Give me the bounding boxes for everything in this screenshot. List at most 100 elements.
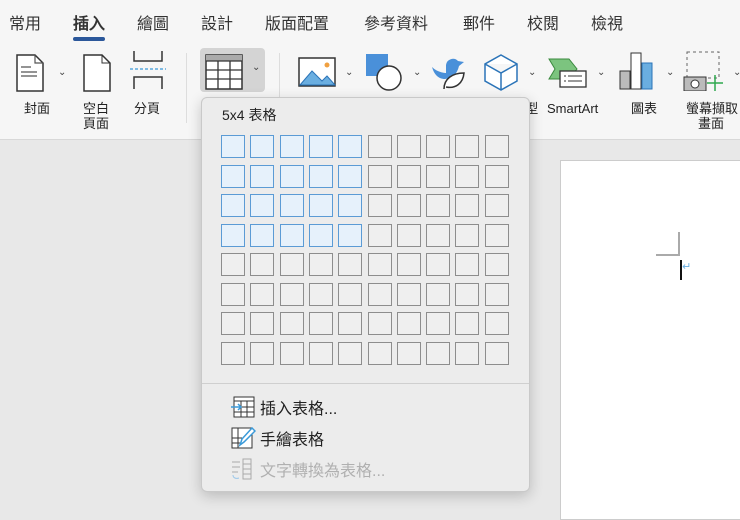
table-grid-cell[interactable] bbox=[279, 135, 304, 158]
table-grid-cell[interactable] bbox=[338, 135, 363, 158]
table-grid-cell[interactable] bbox=[221, 135, 245, 158]
table-grid-cell[interactable] bbox=[308, 135, 333, 158]
chevron-down-icon[interactable]: ⌄ bbox=[666, 67, 674, 78]
table-grid-cell[interactable] bbox=[279, 223, 304, 247]
table-grid-cell[interactable] bbox=[221, 164, 245, 188]
table-grid-cell[interactable] bbox=[484, 282, 509, 306]
table-grid-cell[interactable] bbox=[367, 164, 392, 188]
table-grid-cell[interactable] bbox=[308, 164, 333, 188]
table-grid-cell[interactable] bbox=[426, 164, 451, 188]
page-break-icon[interactable] bbox=[128, 51, 168, 91]
screenshot-label-line1[interactable]: 螢幕擷取 bbox=[684, 101, 740, 116]
table-grid-cell[interactable] bbox=[338, 282, 363, 306]
table-grid-cell[interactable] bbox=[308, 253, 333, 276]
table-grid-cell[interactable] bbox=[338, 223, 363, 247]
table-grid-cell[interactable] bbox=[426, 282, 451, 306]
table-grid-cell[interactable] bbox=[367, 135, 392, 158]
3d-models-icon[interactable] bbox=[482, 53, 520, 91]
table-grid-cell[interactable] bbox=[426, 223, 451, 247]
table-grid-cell[interactable] bbox=[455, 341, 480, 365]
table-grid-cell[interactable] bbox=[250, 282, 275, 306]
table-grid-cell[interactable] bbox=[308, 312, 333, 335]
table-grid-cell[interactable] bbox=[250, 164, 275, 188]
table-grid-cell[interactable] bbox=[367, 223, 392, 247]
table-grid-cell[interactable] bbox=[221, 253, 245, 276]
table-grid-cell[interactable] bbox=[308, 223, 333, 247]
table-grid-cell[interactable] bbox=[484, 135, 509, 158]
table-grid-cell[interactable] bbox=[484, 223, 509, 247]
table-grid-cell[interactable] bbox=[279, 164, 304, 188]
table-grid-cell[interactable] bbox=[426, 312, 451, 335]
tab-insert[interactable]: 插入 bbox=[73, 10, 106, 41]
table-grid-cell[interactable] bbox=[308, 282, 333, 306]
chart-label[interactable]: 圖表 bbox=[631, 101, 657, 116]
table-grid-cell[interactable] bbox=[455, 223, 480, 247]
table-grid-cell[interactable] bbox=[484, 312, 509, 335]
table-grid-cell[interactable] bbox=[484, 194, 509, 217]
chevron-down-icon[interactable]: ⌄ bbox=[345, 67, 353, 78]
chart-icon[interactable] bbox=[619, 51, 655, 91]
table-grid-cell[interactable] bbox=[279, 253, 304, 276]
table-grid-cell[interactable] bbox=[426, 253, 451, 276]
table-grid-cell[interactable] bbox=[396, 312, 421, 335]
table-grid-cell[interactable] bbox=[396, 253, 421, 276]
blank-page-label-line1[interactable]: 空白 bbox=[83, 101, 109, 116]
table-grid-cell[interactable] bbox=[455, 282, 480, 306]
table-grid-cell[interactable] bbox=[308, 341, 333, 365]
smartart-icon[interactable] bbox=[548, 55, 590, 89]
table-grid-cell[interactable] bbox=[250, 194, 275, 217]
table-grid-cell[interactable] bbox=[250, 312, 275, 335]
table-grid-cell[interactable] bbox=[455, 135, 480, 158]
table-grid-cell[interactable] bbox=[396, 341, 421, 365]
chevron-down-icon[interactable]: ⌄ bbox=[528, 67, 536, 78]
tab-design[interactable]: 設計 bbox=[201, 10, 233, 34]
table-grid-cell[interactable] bbox=[338, 253, 363, 276]
table-grid-cell[interactable] bbox=[484, 253, 509, 276]
table-grid-cell[interactable] bbox=[338, 194, 363, 217]
table-grid-cell[interactable] bbox=[221, 282, 245, 306]
table-grid-cell[interactable] bbox=[279, 194, 304, 217]
chevron-down-icon[interactable]: ⌄ bbox=[413, 67, 421, 78]
table-grid-cell[interactable] bbox=[221, 341, 245, 365]
tab-references[interactable]: 參考資料 bbox=[364, 10, 428, 34]
table-grid-cell[interactable] bbox=[338, 164, 363, 188]
tab-layout[interactable]: 版面配置 bbox=[265, 10, 329, 34]
table-grid-cell[interactable] bbox=[455, 164, 480, 188]
table-grid-cell[interactable] bbox=[367, 194, 392, 217]
table-grid-cell[interactable] bbox=[367, 312, 392, 335]
table-grid-cell[interactable] bbox=[426, 194, 451, 217]
chevron-down-icon[interactable]: ⌄ bbox=[733, 67, 740, 78]
table-grid-cell[interactable] bbox=[308, 194, 333, 217]
table-grid-cell[interactable] bbox=[396, 164, 421, 188]
table-grid-cell[interactable] bbox=[250, 135, 275, 158]
table-grid-cell[interactable] bbox=[250, 223, 275, 247]
table-grid-cell[interactable] bbox=[426, 341, 451, 365]
table-grid-cell[interactable] bbox=[455, 253, 480, 276]
table-grid-cell[interactable] bbox=[279, 341, 304, 365]
table-grid-cell[interactable] bbox=[455, 312, 480, 335]
chevron-down-icon[interactable]: ⌄ bbox=[597, 67, 605, 78]
table-button[interactable]: ⌄ bbox=[200, 48, 265, 92]
table-grid-cell[interactable] bbox=[367, 253, 392, 276]
pictures-icon[interactable] bbox=[298, 57, 336, 87]
table-grid-cell[interactable] bbox=[250, 341, 275, 365]
table-grid-cell[interactable] bbox=[367, 282, 392, 306]
table-grid-cell[interactable] bbox=[221, 194, 245, 217]
table-grid-cell[interactable] bbox=[338, 312, 363, 335]
chevron-down-icon[interactable]: ⌄ bbox=[58, 67, 66, 78]
tab-mailings[interactable]: 郵件 bbox=[463, 10, 495, 34]
document-page[interactable]: ↵ bbox=[560, 160, 740, 520]
cover-page-icon[interactable] bbox=[15, 53, 45, 93]
icons-icon[interactable] bbox=[430, 53, 470, 93]
table-grid-cell[interactable] bbox=[367, 341, 392, 365]
table-grid-cell[interactable] bbox=[426, 135, 451, 158]
blank-page-label-line2[interactable]: 頁面 bbox=[83, 116, 109, 131]
blank-page-icon[interactable] bbox=[82, 53, 112, 93]
table-grid-cell[interactable] bbox=[484, 341, 509, 365]
page-break-label[interactable]: 分頁 bbox=[134, 101, 160, 116]
tab-draw[interactable]: 繪圖 bbox=[137, 10, 169, 34]
convert-text-to-table-menu-item[interactable]: 文字轉換為表格... bbox=[230, 457, 385, 481]
table-grid-cell[interactable] bbox=[455, 194, 480, 217]
screenshot-label-line2[interactable]: 畫面 bbox=[698, 116, 724, 131]
cover-label[interactable]: 封面 bbox=[24, 101, 50, 116]
